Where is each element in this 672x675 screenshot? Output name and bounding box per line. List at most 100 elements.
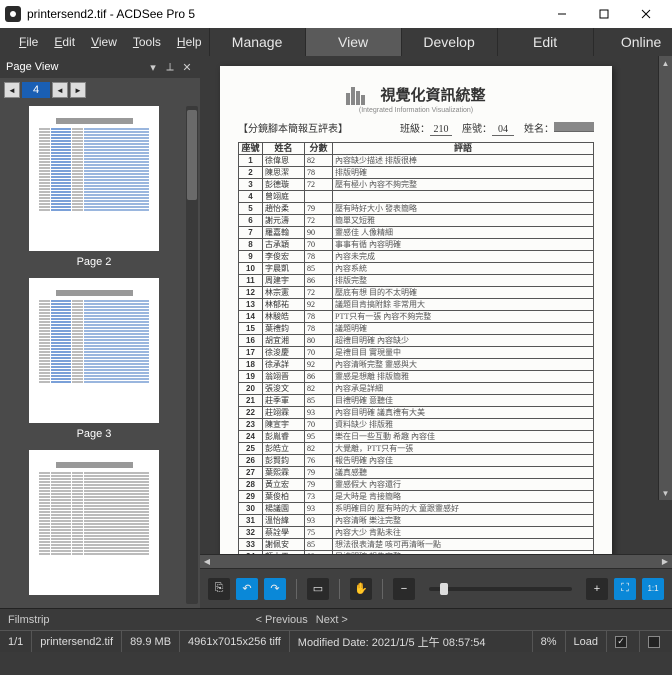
cell-score: 70 <box>305 239 333 251</box>
mode-online[interactable]: Online <box>593 28 672 56</box>
viewer-hscrollbar[interactable]: ◀ ▶ <box>200 554 672 568</box>
zoom-out-icon[interactable]: − <box>393 578 415 600</box>
cell-score: 85 <box>305 263 333 275</box>
cell-comment <box>333 191 594 203</box>
table-row: 33謝佩安85想法很表清楚 咳可再清晰一點 <box>239 539 594 551</box>
table-row: 30楊議園93系明確目的 壓有時的大 童跟靈感好 <box>239 503 594 515</box>
cell-score: 93 <box>305 503 333 515</box>
cell-comment: 議題明確 <box>333 323 594 335</box>
cell-no: 1 <box>239 155 263 167</box>
cell-name: 張浚文 <box>263 383 305 395</box>
scroll-up-icon[interactable]: ▲ <box>659 56 672 70</box>
actual-size-icon[interactable]: 1:1 <box>642 578 664 600</box>
menu-edit[interactable]: Edit <box>47 35 82 49</box>
page-prev-button[interactable]: ◄ <box>52 82 68 98</box>
page-next-button[interactable]: ► <box>70 82 86 98</box>
cell-no: 5 <box>239 203 263 215</box>
status-check1[interactable]: ✓ <box>606 631 639 652</box>
pane-pin-icon[interactable]: ⟂ <box>163 60 177 74</box>
cell-score: 76 <box>305 455 333 467</box>
cell-name: 彭德璇 <box>263 179 305 191</box>
cell-comment: 壓有極小 內容不夠完整 <box>333 179 594 191</box>
table-row: 27葉熙霖79議真感聽 <box>239 467 594 479</box>
menu-file[interactable]: File <box>12 35 45 49</box>
cell-score: 82 <box>305 155 333 167</box>
thumb-scrollbar[interactable] <box>186 106 198 604</box>
cell-name: 黃立宏 <box>263 479 305 491</box>
fit-screen-icon[interactable]: ⛶ <box>614 578 636 600</box>
table-row: 20張浚文82內容承是詳細 <box>239 383 594 395</box>
scroll-down-icon[interactable]: ▼ <box>659 486 672 500</box>
table-row: 15葉禮鈞78議題明確 <box>239 323 594 335</box>
scroll-right-icon[interactable]: ▶ <box>658 555 672 568</box>
pane-close-icon[interactable]: ✕ <box>180 60 194 74</box>
table-row: 4曾翊庭 <box>239 191 594 203</box>
cell-name: 謝佩安 <box>263 539 305 551</box>
close-button[interactable] <box>625 0 667 28</box>
pane-header: Page View ▾ ⟂ ✕ <box>0 56 200 78</box>
cell-no: 33 <box>239 539 263 551</box>
mode-manage[interactable]: Manage <box>209 28 305 56</box>
maximize-button[interactable] <box>583 0 625 28</box>
rotate-left-icon[interactable]: ↶ <box>236 578 258 600</box>
page-thumbnail-1[interactable]: for(let i=0;i<28;i++)document.write('<di… <box>29 106 159 251</box>
cell-comment: 內容大少 肯點未往 <box>333 527 594 539</box>
cell-comment: 目禮明確 意聽佳 <box>333 395 594 407</box>
menu-tools[interactable]: Tools <box>126 35 168 49</box>
external-edit-icon[interactable]: ⎘ <box>208 578 230 600</box>
mode-view[interactable]: View <box>305 28 401 56</box>
page-thumbnail-2[interactable]: for(let i=0;i<28;i++)document.write('<di… <box>29 278 159 423</box>
status-check2[interactable] <box>639 631 672 652</box>
scroll-left-icon[interactable]: ◀ <box>200 555 214 568</box>
status-bar: 1/1 printersend2.tif 89.9 MB 4961x7015x2… <box>0 630 672 652</box>
cell-no: 31 <box>239 515 263 527</box>
status-zoom: 8% <box>532 631 565 652</box>
cell-comment: 靈感是想離 排版簡雅 <box>333 371 594 383</box>
cell-comment: 資料缺少 排版雅 <box>333 419 594 431</box>
th-name: 姓名 <box>263 143 305 155</box>
zoom-slider[interactable] <box>429 587 572 591</box>
menu-view[interactable]: View <box>84 35 124 49</box>
page-thumbnail-3[interactable]: for(let i=0;i<28;i++)document.write('<di… <box>29 450 159 595</box>
cell-name: 林郁祐 <box>263 299 305 311</box>
select-tool-icon[interactable]: ▭ <box>307 578 329 600</box>
cell-score: 78 <box>305 311 333 323</box>
menu-help[interactable]: Help <box>170 35 209 49</box>
cell-name: 陳思潔 <box>263 167 305 179</box>
cell-no: 3 <box>239 179 263 191</box>
filmstrip-label: Filmstrip <box>8 614 50 626</box>
cell-name: 胡宜湘 <box>263 335 305 347</box>
zoom-in-icon[interactable]: + <box>586 578 608 600</box>
mode-develop[interactable]: Develop <box>401 28 497 56</box>
page-number-input[interactable] <box>22 82 50 98</box>
cell-no: 14 <box>239 311 263 323</box>
pan-tool-icon[interactable]: ✋ <box>350 578 372 600</box>
mode-edit[interactable]: Edit <box>497 28 593 56</box>
form-title: 【分鏡腳本簡報互評表】 <box>238 120 348 136</box>
cell-name: 徐承詳 <box>263 359 305 371</box>
prev-button[interactable]: < Previous <box>256 614 308 626</box>
table-row: 26彭賢鈞76報告明確 內容佳 <box>239 455 594 467</box>
cell-score: 70 <box>305 347 333 359</box>
viewer-canvas[interactable]: 視覺化資訊統整 (Integrated Information Visualiz… <box>200 56 672 554</box>
cell-no: 29 <box>239 491 263 503</box>
cell-no: 2 <box>239 167 263 179</box>
table-row: 2陳思潔78排版明確 <box>239 167 594 179</box>
cell-no: 18 <box>239 359 263 371</box>
cell-name: 彭胤睿 <box>263 431 305 443</box>
cell-comment: 議題目肯搞附餘 非常用大 <box>333 299 594 311</box>
pane-menu-icon[interactable]: ▾ <box>146 60 160 74</box>
rotate-right-icon[interactable]: ↷ <box>264 578 286 600</box>
page-first-button[interactable]: ◄ <box>4 82 20 98</box>
minimize-button[interactable] <box>541 0 583 28</box>
cell-comment: 排版明確 <box>333 167 594 179</box>
cell-name: 彭皓立 <box>263 443 305 455</box>
cell-no: 30 <box>239 503 263 515</box>
cell-no: 8 <box>239 239 263 251</box>
pane-title: Page View <box>6 61 58 73</box>
viewer-vscrollbar[interactable]: ▲ ▼ <box>658 56 672 500</box>
cell-score: 72 <box>305 215 333 227</box>
cell-comment: 事事有循 內容明確 <box>333 239 594 251</box>
viewer-toolbar: ⎘ ↶ ↷ ▭ ✋ − + ⛶ 1:1 <box>200 568 672 608</box>
next-button[interactable]: Next > <box>316 614 348 626</box>
